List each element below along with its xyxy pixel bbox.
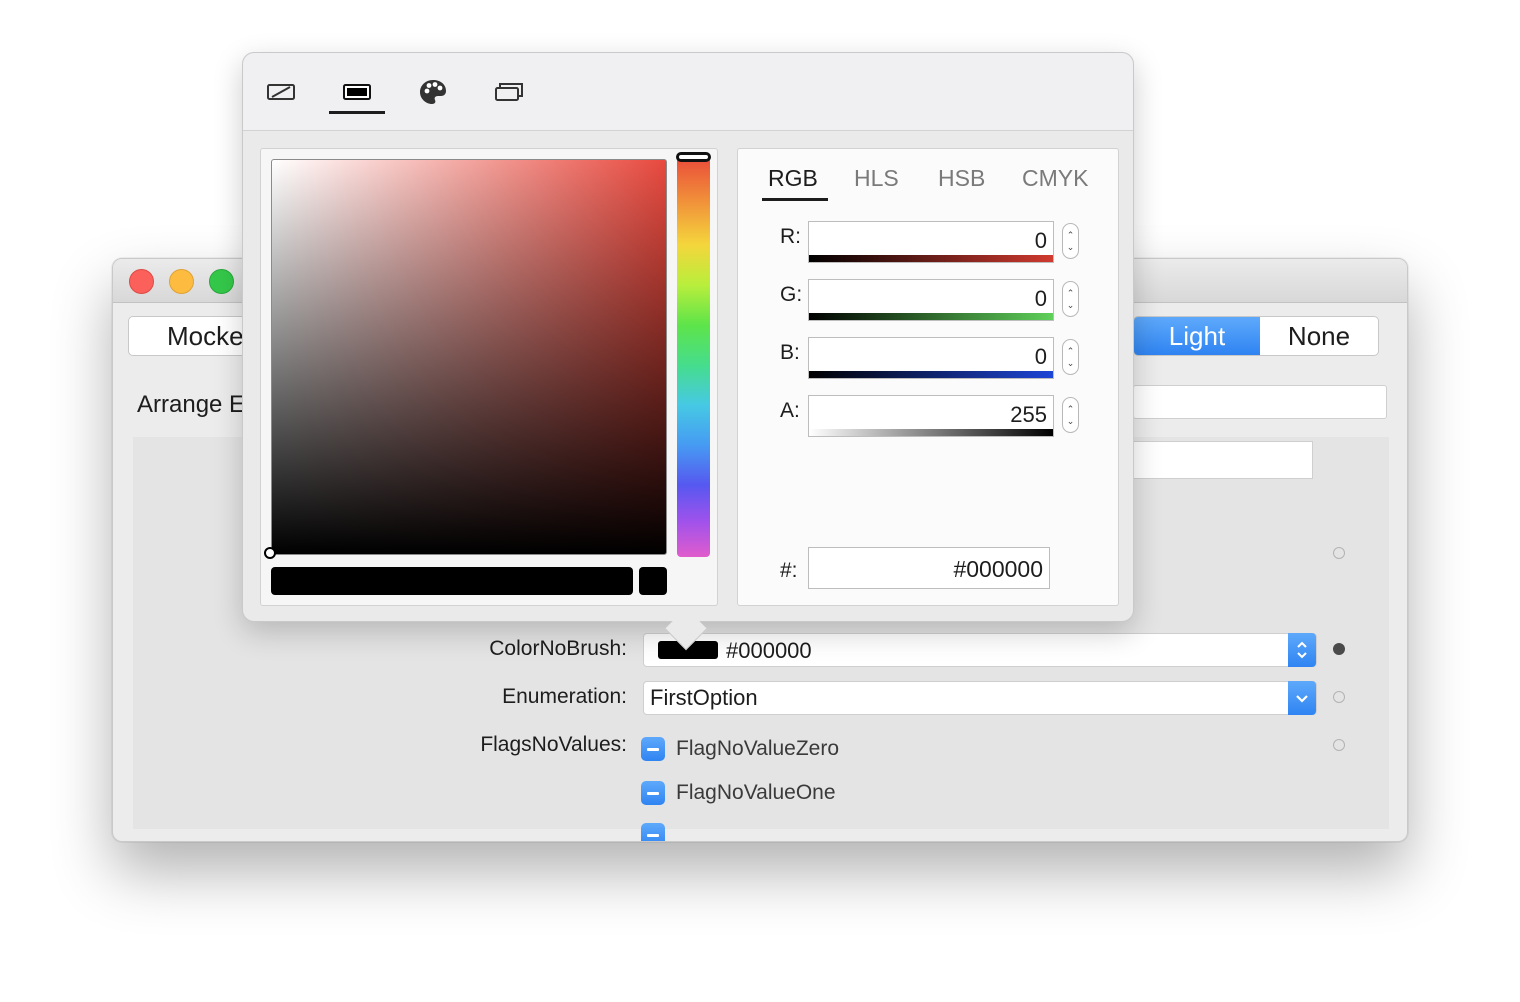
active-tab-underline [762,198,828,201]
blue-value: 0 [1034,344,1047,369]
inner-text-field[interactable] [1133,441,1313,479]
alpha-gradient-bar [809,429,1053,436]
mixed-checkbox-icon [641,781,665,805]
property-status-dot[interactable] [1333,739,1345,751]
alpha-label: A: [780,399,800,422]
green-label: G: [780,283,803,306]
top-text-field[interactable] [1133,385,1387,419]
tab-hsb[interactable]: HSB [938,165,985,192]
red-value: 0 [1034,228,1047,253]
tab-cmyk[interactable]: CMYK [1022,165,1088,192]
flag-checkbox-partial[interactable] [641,823,676,841]
color-values-panel: RGB HLS HSB CMYK R: 0 ⌃ ⌄ G: 0 ⌃ ⌄ B: 0 ⌃ ⌄… [737,148,1119,606]
property-status-dot-set[interactable] [1333,643,1345,655]
enumeration-select[interactable]: FirstOption [643,681,1317,715]
green-stepper[interactable]: ⌃ ⌄ [1062,281,1079,317]
close-window-button[interactable] [129,269,154,294]
red-gradient-bar [809,255,1053,262]
flag-label: FlagNoValueZero [676,737,840,760]
hex-input[interactable]: #000000 [808,547,1050,589]
red-stepper[interactable]: ⌃ ⌄ [1062,223,1079,259]
color-no-brush-value: #000000 [726,638,812,663]
hex-label: #: [780,559,798,582]
enumeration-label: Enumeration: [502,685,627,708]
zoom-window-button[interactable] [209,269,234,294]
chevron-down-icon[interactable] [1288,681,1316,715]
flag-checkbox-zero[interactable]: FlagNoValueZero [641,737,839,761]
tab-rgb[interactable]: RGB [768,165,818,192]
alpha-stepper[interactable]: ⌃ ⌄ [1062,397,1079,433]
previous-color-preview[interactable] [639,567,667,595]
saturation-value-square[interactable] [271,159,667,555]
up-down-chevron-icon[interactable] [1288,633,1316,667]
resources-icon[interactable] [489,77,529,107]
blue-label: B: [780,341,800,364]
theme-none-label: None [1287,320,1351,351]
no-color-icon[interactable] [261,77,301,107]
color-mode-toolbar [243,53,1133,131]
green-value: 0 [1034,286,1047,311]
arrange-label: Arrange E [137,391,246,418]
hue-slider-handle[interactable] [676,152,711,162]
color-picker-popover: RGB HLS HSB CMYK R: 0 ⌃ ⌄ G: 0 ⌃ ⌄ B: 0 ⌃ ⌄… [242,52,1134,651]
palette-icon[interactable] [413,77,453,107]
red-label: R: [780,225,801,248]
property-status-dot[interactable] [1333,691,1345,703]
color-no-brush-combo[interactable]: #000000 [643,633,1317,667]
mixed-checkbox-icon [641,823,665,841]
theme-light-label: Light [1168,320,1226,351]
current-color-preview [271,567,633,595]
blue-gradient-bar [809,371,1053,378]
blue-stepper[interactable]: ⌃ ⌄ [1062,339,1079,375]
mocked-segment-label: Mocke [167,320,244,351]
enumeration-value: FirstOption [650,685,758,710]
green-field[interactable]: 0 [808,279,1054,321]
alpha-value: 255 [1010,402,1047,427]
theme-segmented-control: Light None [1133,316,1379,356]
color-no-brush-label: ColorNoBrush: [489,637,627,660]
flag-label: FlagNoValueOne [676,781,836,804]
minimize-window-button[interactable] [169,269,194,294]
hue-slider[interactable] [677,157,710,557]
theme-none-segment[interactable]: None [1260,317,1378,355]
blue-field[interactable]: 0 [808,337,1054,379]
green-gradient-bar [809,313,1053,320]
saturation-value-handle[interactable] [264,547,276,559]
property-status-dot[interactable] [1333,547,1345,559]
red-field[interactable]: 0 [808,221,1054,263]
mode-selection-underline [329,111,385,114]
mixed-checkbox-icon [641,737,665,761]
hex-value: #000000 [953,556,1043,582]
tab-hls[interactable]: HLS [854,165,899,192]
solid-color-icon[interactable] [337,77,377,107]
flags-no-values-label: FlagsNoValues: [480,733,627,756]
color-picker-panel [260,148,718,606]
alpha-field[interactable]: 255 [808,395,1054,437]
flag-checkbox-one[interactable]: FlagNoValueOne [641,781,836,805]
theme-light-segment[interactable]: Light [1134,317,1260,355]
